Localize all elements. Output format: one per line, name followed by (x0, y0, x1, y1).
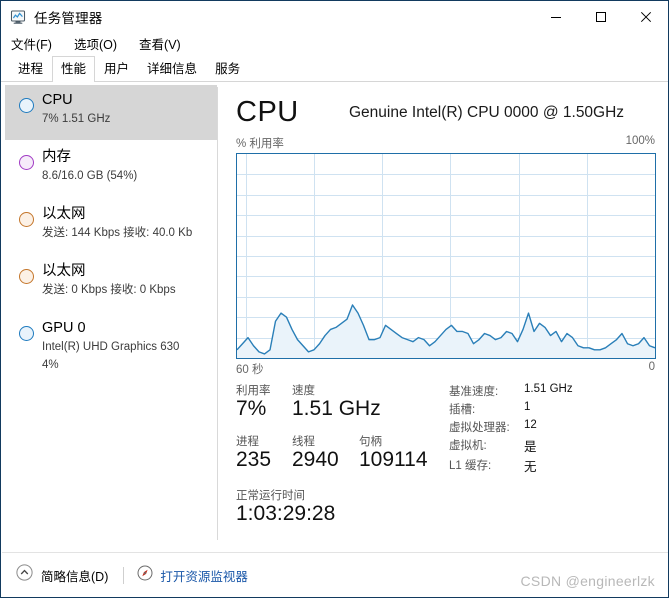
window-title: 任务管理器 (34, 10, 103, 26)
sidebar-item-cpu-title: CPU (42, 92, 73, 108)
tab-users[interactable]: 用户 (95, 56, 138, 82)
watermark: CSDN @engineerlzk (520, 573, 655, 589)
performance-sidebar: CPU 7% 1.51 GHz 内存 8.6/16.0 GB (54%) 以太网… (2, 83, 217, 547)
info-value-base-speed: 1.51 GHz (524, 383, 573, 395)
sidebar-item-memory-title: 内存 (42, 149, 71, 165)
resource-monitor-icon (137, 565, 153, 586)
ethernet-1-status-circle-icon (19, 212, 34, 227)
chevron-up-circle-icon (16, 564, 33, 586)
menu-file[interactable]: 文件(F) (11, 34, 52, 53)
sidebar-item-ethernet-1-title: 以太网 (42, 206, 86, 222)
cpu-status-circle-icon (19, 98, 34, 113)
stat-label-speed: 速度 (292, 385, 315, 397)
chart-y-axis-label: % 利用率 (236, 138, 284, 150)
tab-services[interactable]: 服务 (206, 56, 249, 82)
gpu-status-circle-icon (19, 326, 34, 341)
cpu-model-name: Genuine Intel(R) CPU 0000 @ 1.50GHz (349, 104, 625, 121)
stat-label-processes: 进程 (236, 436, 259, 448)
stat-label-uptime: 正常运行时间 (236, 490, 305, 502)
memory-status-circle-icon (19, 155, 34, 170)
sidebar-item-gpu-0-sub2: 4% (42, 359, 59, 371)
info-label-base-speed: 基准速度: (449, 386, 499, 398)
stat-label-threads: 线程 (292, 436, 315, 448)
fewer-details-button[interactable]: 简略信息(D) (16, 564, 108, 586)
tab-performance[interactable]: 性能 (52, 56, 96, 83)
stat-label-handles: 句柄 (359, 436, 382, 448)
stat-value-threads: 2940 (292, 448, 339, 471)
stat-value-handles: 109114 (359, 448, 428, 471)
tab-details[interactable]: 详细信息 (138, 56, 206, 82)
sidebar-item-ethernet-2-title: 以太网 (42, 263, 86, 279)
stat-value-processes: 235 (236, 448, 272, 471)
tab-processes[interactable]: 进程 (9, 56, 52, 82)
caption-buttons (533, 1, 668, 32)
task-manager-icon (10, 9, 26, 25)
menu-view[interactable]: 查看(V) (139, 34, 181, 53)
info-label-virtual-processors: 虚拟处理器: (449, 422, 510, 434)
info-label-virtual-machine: 虚拟机: (449, 440, 487, 452)
info-label-sockets: 插槽: (449, 404, 476, 416)
ethernet-2-status-circle-icon (19, 269, 34, 284)
sidebar-item-gpu-0-title: GPU 0 (42, 320, 86, 336)
stat-label-utilization: 利用率 (236, 385, 271, 397)
stat-value-speed: 1.51 GHz (292, 397, 381, 420)
sidebar-item-ethernet-2-sub: 发送: 0 Kbps 接收: 0 Kbps (42, 284, 176, 296)
info-value-l1-cache: 无 (524, 460, 537, 474)
sidebar-item-cpu-sub: 7% 1.51 GHz (42, 113, 111, 125)
menu-options[interactable]: 选项(O) (74, 34, 117, 53)
cpu-utilization-chart-svg (237, 154, 655, 358)
info-value-sockets: 1 (524, 401, 531, 413)
sidebar-item-ethernet-1-sub: 发送: 144 Kbps 接收: 40.0 Kb (42, 227, 193, 239)
page-title: CPU (236, 96, 299, 128)
sidebar-item-memory[interactable]: 内存 8.6/16.0 GB (54%) (5, 142, 217, 197)
title-bar: 任务管理器 (1, 1, 668, 32)
tab-strip: 进程 性能 用户 详细信息 服务 (1, 54, 668, 83)
maximize-button[interactable] (578, 1, 623, 32)
fewer-details-label: 简略信息(D) (41, 569, 109, 584)
sidebar-item-ethernet-1[interactable]: 以太网 发送: 144 Kbps 接收: 40.0 Kb (5, 199, 217, 254)
chart-y-axis-max: 100% (625, 135, 655, 147)
minimize-button[interactable] (533, 1, 578, 32)
tab-list: 进程 性能 用户 详细信息 服务 (9, 54, 249, 83)
stat-value-uptime: 1:03:29:28 (236, 502, 336, 525)
task-manager-window: 任务管理器 文件(F) 选项(O) 查看(V) 进程 性能 用户 详细信息 服务 (0, 0, 669, 598)
tab-strip-underline (1, 81, 668, 82)
open-resource-monitor-label: 打开资源监视器 (160, 569, 248, 584)
sidebar-item-memory-sub: 8.6/16.0 GB (54%) (42, 170, 138, 182)
stat-value-utilization: 7% (236, 397, 267, 420)
info-value-virtual-machine: 是 (524, 440, 537, 454)
footer-bar: 简略信息(D) 打开资源监视器 CSDN @engineerlzk (2, 553, 668, 597)
close-button[interactable] (623, 1, 668, 32)
chart-x-axis-start: 60 秒 (236, 364, 264, 376)
cpu-detail-panel: CPU Genuine Intel(R) CPU 0000 @ 1.50GHz … (218, 83, 668, 547)
sidebar-item-ethernet-2[interactable]: 以太网 发送: 0 Kbps 接收: 0 Kbps (5, 256, 217, 311)
sidebar-item-gpu-0[interactable]: GPU 0 Intel(R) UHD Graphics 630 4% (5, 313, 217, 379)
footer-divider (123, 566, 125, 584)
chart-x-axis-end: 0 (648, 361, 655, 373)
sidebar-item-cpu[interactable]: CPU 7% 1.51 GHz (5, 85, 217, 140)
info-label-l1-cache: L1 缓存: (449, 460, 492, 472)
cpu-utilization-chart (236, 153, 656, 359)
sidebar-item-gpu-0-sub: Intel(R) UHD Graphics 630 (42, 341, 180, 353)
open-resource-monitor-link[interactable]: 打开资源监视器 (137, 565, 248, 586)
menu-bar: 文件(F) 选项(O) 查看(V) (1, 32, 668, 54)
info-value-virtual-processors: 12 (524, 419, 537, 431)
